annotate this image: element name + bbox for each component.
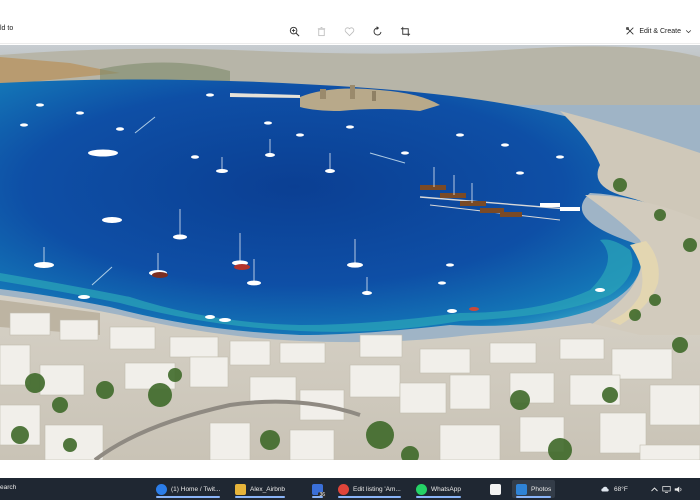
whatsapp-icon: [416, 483, 427, 495]
taskbar-app-label: WhatsApp: [431, 485, 461, 493]
chevron-up-icon[interactable]: [650, 485, 659, 494]
taskbar-search[interactable]: earch: [0, 484, 16, 494]
edit-create-icon: [626, 27, 634, 35]
taskbar-app-edit-listing[interactable]: Edit listing 'Am...: [334, 480, 405, 498]
crop-button[interactable]: [396, 22, 414, 40]
rotate-icon: [373, 25, 381, 35]
chevron-down-icon: [685, 29, 692, 33]
delete-button[interactable]: [312, 22, 330, 40]
taskbar-app-whatsapp[interactable]: WhatsApp: [412, 480, 465, 498]
folder-icon: [235, 483, 246, 495]
crop-icon: [400, 26, 410, 36]
edge-browser-icon: [156, 483, 167, 495]
photo-viewer[interactable]: [0, 45, 700, 460]
taskbar-app-label: (1) Home / Twit...: [171, 485, 221, 493]
system-tray: [650, 480, 683, 498]
photos-icon: [516, 483, 527, 495]
rotate-button[interactable]: [368, 22, 386, 40]
weather-temperature: 68°F: [614, 485, 628, 493]
weather-widget[interactable]: 68°F: [600, 480, 628, 498]
network-icon[interactable]: [662, 485, 671, 494]
speaker-icon[interactable]: [674, 485, 683, 494]
active-indicator: [312, 496, 323, 498]
delete-icon: [317, 26, 325, 36]
favorite-button[interactable]: [340, 22, 358, 40]
zoom-in-button[interactable]: [285, 22, 303, 40]
active-indicator: [416, 496, 461, 498]
taskbar-app-label: Photos: [531, 485, 552, 493]
add-to-label[interactable]: ld to: [0, 25, 13, 32]
mail-icon: 36: [312, 483, 326, 498]
taskbar-app-store[interactable]: [486, 480, 505, 498]
taskbar-app-mail[interactable]: 36: [308, 480, 327, 498]
active-indicator: [338, 496, 401, 498]
taskbar-app-label: Alex_Airbnb: [250, 485, 286, 493]
edit-create-button[interactable]: Edit & Create: [625, 22, 692, 40]
taskbar-app-label: Edit listing 'Am...: [353, 485, 401, 493]
active-indicator: [235, 496, 286, 498]
zoom-in-icon: [289, 26, 299, 36]
taskbar-app-alex-airbnb[interactable]: Alex_Airbnb: [231, 480, 289, 498]
active-indicator: [156, 496, 221, 498]
bay-photo-image: [0, 45, 700, 460]
store-bag-icon: [490, 483, 501, 495]
taskbar-app-photos[interactable]: Photos: [512, 480, 556, 498]
photos-toolbar: ld to Edit & Create: [0, 0, 700, 44]
taskbar-app-twitter[interactable]: (1) Home / Twit...: [152, 480, 224, 498]
active-indicator: [516, 496, 552, 498]
edit-create-label: Edit & Create: [639, 27, 681, 35]
heart-icon: [344, 26, 354, 36]
cloud-icon: [601, 486, 609, 492]
chrome-browser-icon: [338, 483, 349, 495]
windows-taskbar: earch (1) Home / Twit... Alex_Airbnb 36 …: [0, 478, 700, 500]
